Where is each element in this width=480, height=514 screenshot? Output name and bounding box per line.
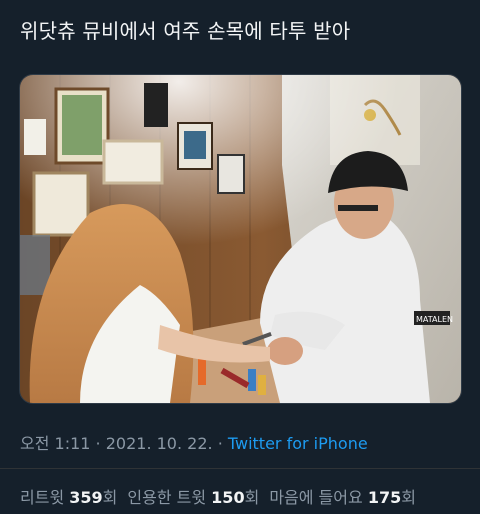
tweet-stats: 리트윗 359회 인용한 트윗 150회 마음에 들어요 175회: [20, 484, 416, 508]
tweet-photo[interactable]: MATALEN: [19, 74, 462, 404]
quote-tweets-stat[interactable]: 인용한 트윗 150회: [127, 488, 259, 507]
meta-separator: ·: [90, 434, 106, 453]
quotes-count: 150: [211, 488, 245, 507]
jacket-patch-text: MATALEN: [416, 315, 453, 324]
tweet-text: 위닷츄 뮤비에서 여주 손목에 타투 받아: [20, 19, 351, 43]
tweet-time: 오전 1:11: [20, 434, 91, 453]
tweet-meta: 오전 1:11 · 2021. 10. 22. · Twitter for iP…: [20, 430, 368, 454]
tattoo-scene-image: MATALEN: [20, 75, 461, 403]
meta-separator: ·: [212, 434, 228, 453]
tweet-date: 2021. 10. 22.: [105, 434, 213, 453]
retweets-count: 359: [69, 488, 103, 507]
retweets-stat[interactable]: 리트윗 359회: [20, 488, 117, 507]
divider: [0, 468, 480, 469]
tweet-source-link[interactable]: Twitter for iPhone: [228, 434, 368, 453]
likes-count: 175: [367, 488, 402, 507]
likes-stat[interactable]: 마음에 들어요 175회: [269, 488, 416, 507]
